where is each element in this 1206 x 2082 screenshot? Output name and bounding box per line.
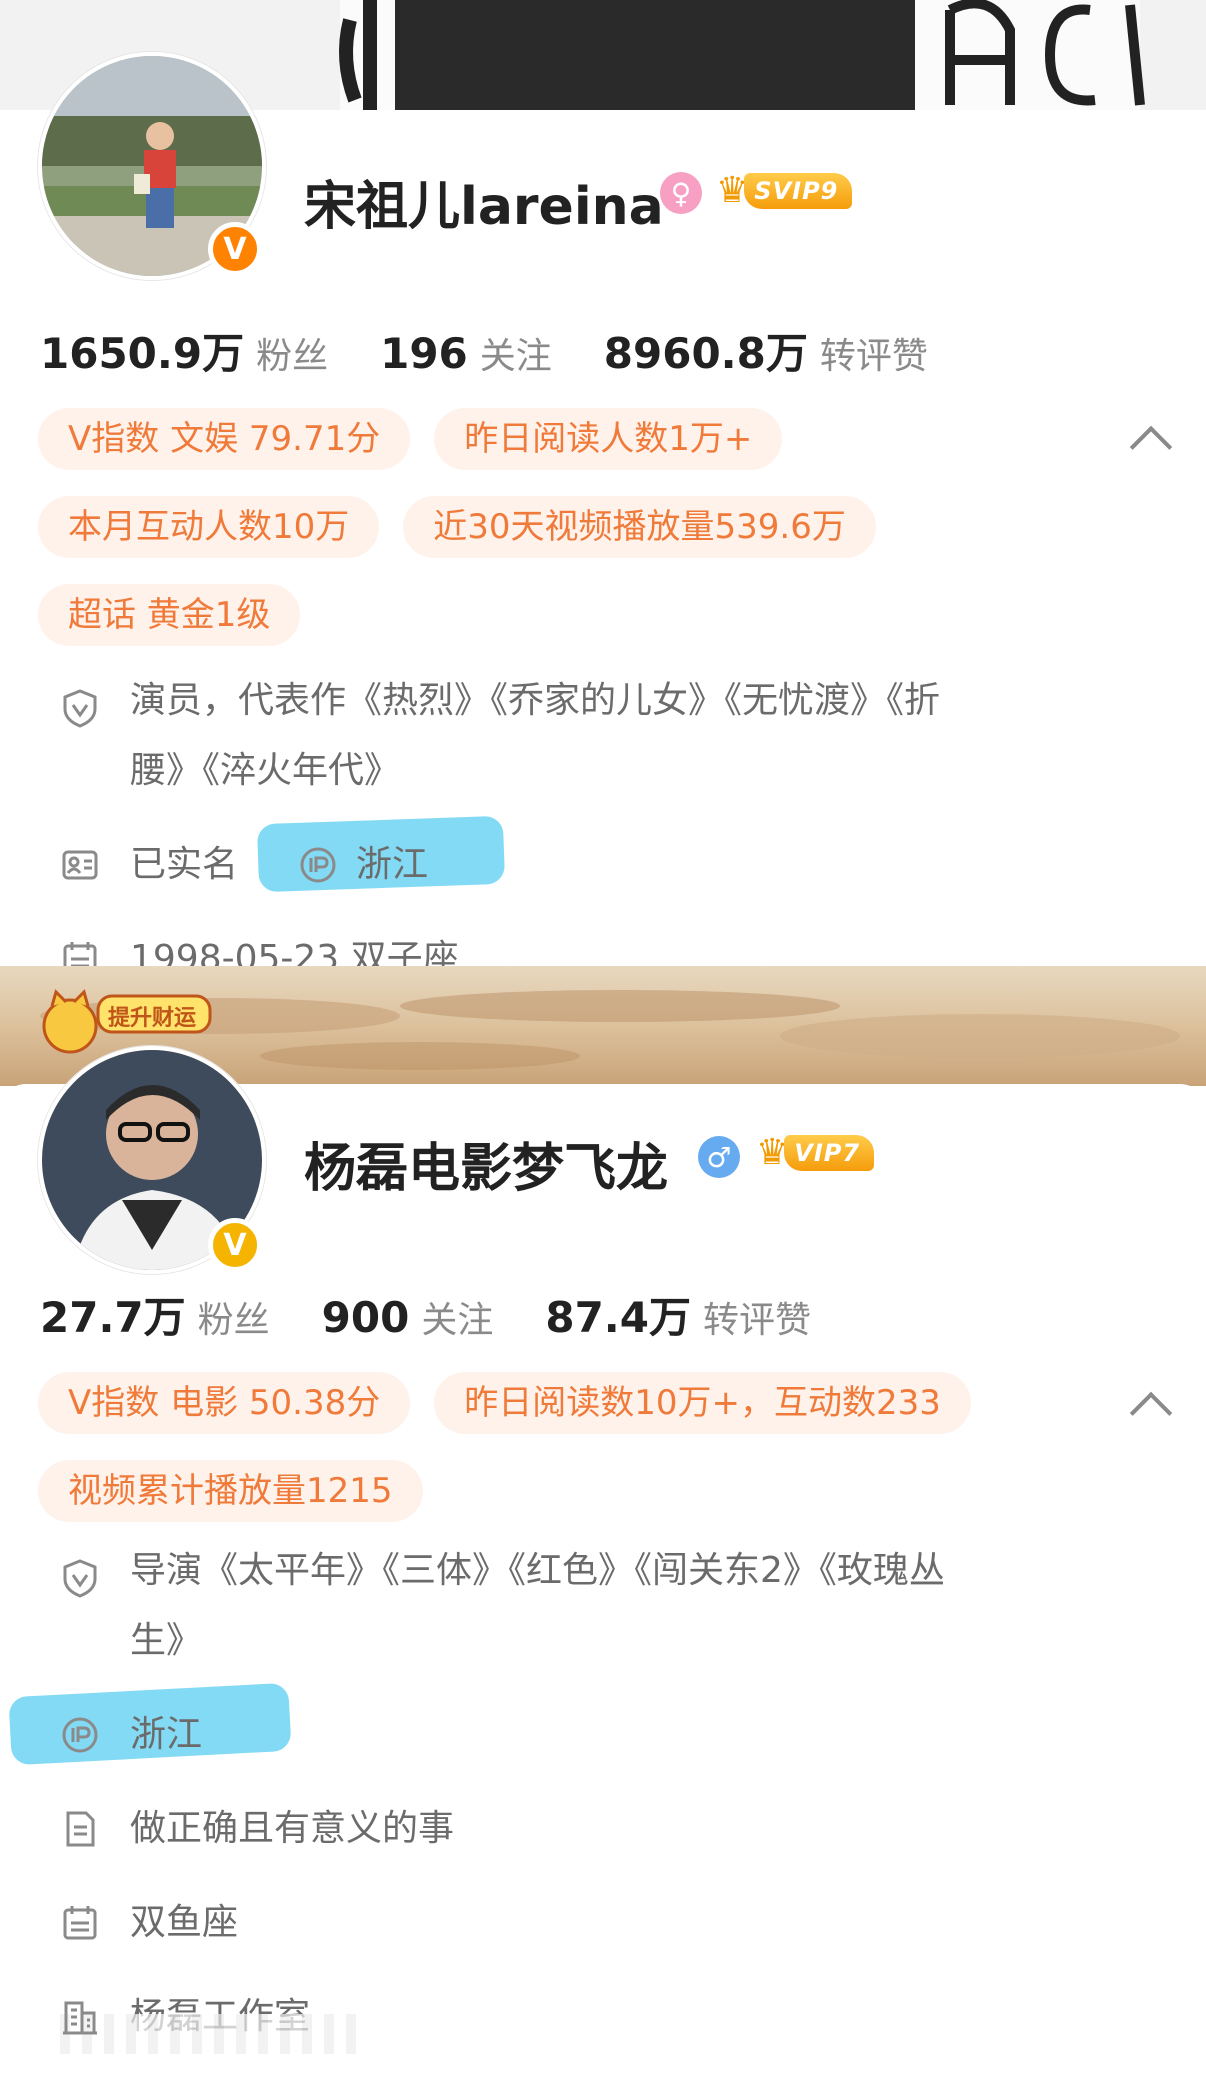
verified-shield-icon [63, 1559, 97, 1598]
vip-badge[interactable]: ♛ VIP7 [756, 1130, 875, 1176]
nickname: 宋祖儿lareina [304, 177, 664, 237]
realname-ip-row: 已实名 浙江 [60, 815, 1120, 900]
birthday-row: 1998-05-23 双子座 [60, 924, 1120, 966]
sticker-text: 提升财运 [108, 1006, 197, 1031]
profile-card-1: V 宋祖儿lareina ♀ ♛ SVIP9 1650.9万 粉丝 196 关注… [0, 0, 1206, 966]
birthday-text: 1998-05-23 双子座 [130, 938, 459, 966]
tag-monthly-interactions[interactable]: 本月互动人数10万 [38, 496, 380, 558]
id-card-icon [62, 850, 98, 880]
bio-row: 做正确且有意义的事 [60, 1794, 1120, 1864]
company-building-icon [63, 2001, 97, 2035]
verification-text-line1: 导演《太平年》《三体》《红色》《闯关东2》《玫瑰丛 [130, 1550, 945, 1591]
real-name-label: 已实名 [130, 844, 239, 885]
calendar-icon [63, 1906, 97, 1940]
female-gender-icon: ♀ [660, 172, 702, 214]
stat-engagement[interactable]: 8960.8万 转评赞 [604, 320, 928, 381]
verified-badge-icon: V [208, 222, 262, 276]
tag-v-index[interactable]: V指数 电影 50.38分 [38, 1372, 411, 1434]
zodiac-row: 双鱼座 [60, 1888, 1120, 1958]
tag-daily-readers[interactable]: 昨日阅读人数1万+ [434, 408, 783, 470]
ip-icon [62, 1717, 98, 1753]
ip-location: 浙江 [256, 815, 506, 900]
svip-badge[interactable]: ♛ SVIP9 [716, 168, 853, 214]
profile-info: 演员，代表作《热烈》《乔家的儿女》《无忧渡》《折 腰》《淬火年代》 已实名 浙江 [60, 680, 1120, 966]
verification-row: 导演《太平年》《三体》《红色》《闯关东2》《玫瑰丛 生》 [60, 1550, 1120, 1676]
tag-video-plays[interactable]: 视频累计播放量1215 [38, 1460, 423, 1522]
avatar-sticker[interactable]: 提升财运 [30, 986, 220, 1056]
stats-row: 27.7万 粉丝 900 关注 87.4万 转评赞 [40, 1284, 863, 1345]
stat-followers[interactable]: 1650.9万 粉丝 [40, 320, 328, 381]
verification-text-line2: 生》 [130, 1620, 203, 1661]
tag-list: V指数 文娱 79.71分 昨日阅读人数1万+ 本月互动人数10万 近30天视频… [38, 408, 1138, 672]
stat-engagement[interactable]: 87.4万 转评赞 [545, 1284, 811, 1345]
verification-text-line2: 腰》《淬火年代》 [130, 750, 401, 791]
stat-following[interactable]: 900 关注 [322, 1291, 494, 1343]
tag-video-plays[interactable]: 近30天视频播放量539.6万 [403, 496, 876, 558]
verification-text-line1: 演员，代表作《热烈》《乔家的儿女》《无忧渡》《折 [130, 680, 941, 721]
bio-text: 做正确且有意义的事 [130, 1808, 455, 1849]
ip-location-text: 浙江 [356, 844, 429, 885]
vip-level-label: VIP7 [784, 1135, 875, 1171]
tag-list: V指数 电影 50.38分 昨日阅读数10万+，互动数233 视频累计播放量12… [38, 1372, 1138, 1548]
calendar-icon [63, 942, 97, 966]
ip-icon [300, 847, 336, 883]
document-icon [66, 1811, 95, 1847]
male-gender-icon: ♂ [698, 1136, 740, 1178]
tag-supertopic[interactable]: 超话 黄金1级 [38, 584, 301, 646]
stats-row: 1650.9万 粉丝 196 关注 8960.8万 转评赞 [40, 320, 980, 381]
stat-following[interactable]: 196 关注 [380, 327, 552, 379]
profile-info: 导演《太平年》《三体》《红色》《闯关东2》《玫瑰丛 生》 浙江 做正确且有意义的… [8, 1550, 1120, 2076]
zodiac-text: 双鱼座 [130, 1902, 239, 1943]
verified-shield-icon [63, 689, 97, 728]
nickname: 杨磊电影梦飞龙 [304, 1139, 669, 1199]
profile-card-2: V 提升财运 杨磊电影梦飞龙 ♂ ♛ VIP7 27.7万 粉丝 900 关注 … [0, 966, 1206, 2082]
vip-level-label: SVIP9 [744, 173, 853, 209]
ip-location-text: 浙江 [130, 1714, 203, 1755]
verified-badge-icon: V [208, 1218, 262, 1272]
tag-v-index[interactable]: V指数 文娱 79.71分 [38, 408, 411, 470]
tag-daily-reads[interactable]: 昨日阅读数10万+，互动数233 [434, 1372, 971, 1434]
ip-row: 浙江 [8, 1682, 1120, 1770]
stat-followers[interactable]: 27.7万 粉丝 [40, 1284, 270, 1345]
faded-content-strip [60, 2014, 360, 2054]
verification-row: 演员，代表作《热烈》《乔家的儿女》《无忧渡》《折 腰》《淬火年代》 [60, 680, 1120, 806]
